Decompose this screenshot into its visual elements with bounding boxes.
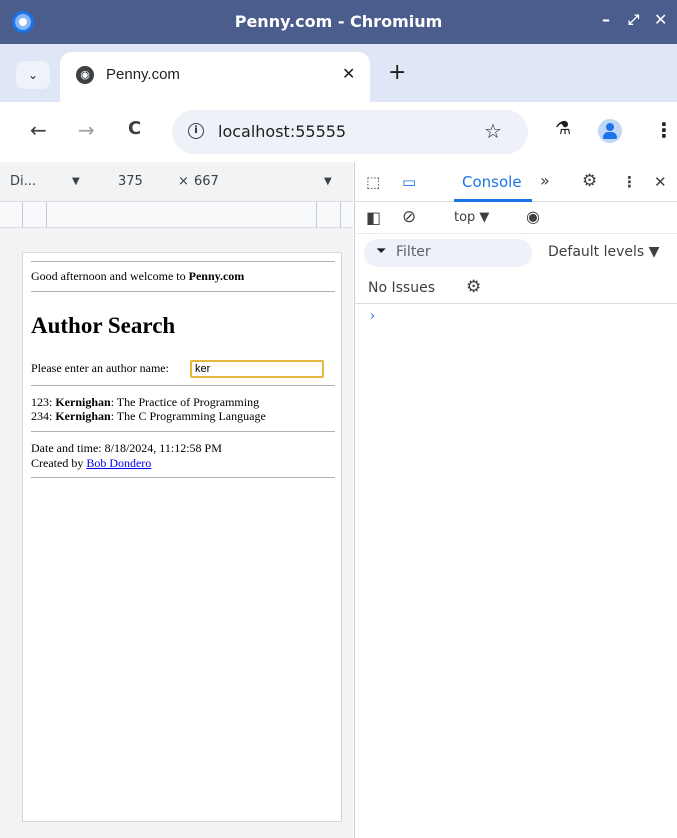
console-toolbar: ◧ ⊘ top ▼ ◉ bbox=[354, 202, 677, 234]
browser-menu-icon[interactable]: ⋮ bbox=[654, 118, 674, 142]
greeting-text: Good afternoon and welcome to Penny.com bbox=[31, 269, 245, 283]
settings-gear-icon[interactable]: ⚙ bbox=[582, 171, 597, 191]
tab-title: Penny.com bbox=[106, 66, 180, 83]
divider bbox=[31, 261, 335, 262]
viewport-width[interactable]: 375 bbox=[118, 174, 143, 189]
device-dropdown-icon[interactable]: ▼ bbox=[72, 176, 80, 187]
tab-console[interactable]: Console bbox=[462, 173, 522, 191]
result-row: 123: Kernighan: The Practice of Programm… bbox=[31, 395, 260, 409]
bookmark-star-icon[interactable]: ☆ bbox=[484, 119, 502, 143]
window-title: Penny.com - Chromium bbox=[234, 12, 443, 31]
filter-icon: ⏷ bbox=[376, 244, 387, 259]
issues-settings-gear-icon[interactable]: ⚙ bbox=[466, 277, 481, 297]
context-select[interactable]: top ▼ bbox=[454, 210, 489, 225]
viewport-height[interactable]: 667 bbox=[194, 174, 219, 189]
result-row: 234: Kernighan: The C Programming Langua… bbox=[31, 409, 266, 423]
emulated-page: Good afternoon and welcome to Penny.com … bbox=[22, 252, 342, 822]
log-levels-select[interactable]: Default levels ▼ bbox=[548, 244, 659, 260]
device-toolbar: Di... ▼ 375 × 667 ▼ bbox=[0, 162, 353, 202]
tab-penny[interactable]: ◉ Penny.com ✕ bbox=[60, 52, 370, 102]
site-name: Penny.com bbox=[188, 269, 245, 283]
author-link[interactable]: Bob Dondero bbox=[86, 456, 151, 470]
divider bbox=[31, 431, 335, 432]
media-query-ruler bbox=[0, 202, 353, 228]
sidebar-toggle-icon[interactable]: ◧ bbox=[366, 208, 381, 227]
new-tab-button[interactable]: + bbox=[388, 60, 406, 85]
globe-icon: ◉ bbox=[76, 66, 94, 84]
console-filter-input[interactable]: ⏷ Filter bbox=[364, 239, 532, 267]
dimension-separator: × bbox=[178, 174, 189, 189]
clear-console-icon[interactable]: ⊘ bbox=[402, 207, 416, 227]
live-expression-eye-icon[interactable]: ◉ bbox=[526, 207, 540, 226]
divider bbox=[31, 477, 335, 478]
profile-avatar-icon[interactable] bbox=[598, 119, 622, 143]
inspect-element-icon[interactable]: ⬚ bbox=[366, 173, 380, 191]
author-name-input[interactable]: ker bbox=[190, 360, 324, 378]
close-window-button[interactable]: ✕ bbox=[654, 10, 667, 29]
reload-button[interactable]: C bbox=[128, 118, 141, 139]
window-titlebar: Penny.com - Chromium – ⤢ ✕ bbox=[0, 0, 677, 44]
created-by-text: Created by Bob Dondero bbox=[31, 456, 152, 470]
forward-button[interactable]: → bbox=[78, 118, 95, 142]
url-text[interactable]: localhost:55555 bbox=[218, 122, 346, 141]
issues-bar: No Issues ⚙ bbox=[354, 270, 677, 304]
zoom-dropdown-icon[interactable]: ▼ bbox=[324, 176, 332, 187]
tab-search-dropdown-icon[interactable]: ⌄ bbox=[16, 61, 50, 89]
page-title: Author Search bbox=[31, 313, 176, 338]
maximize-button[interactable]: ⤢ bbox=[628, 12, 639, 28]
devtools-tabbar: ⬚ ▭ Console » ⚙ ⋮ ✕ bbox=[354, 162, 677, 202]
filter-placeholder: Filter bbox=[396, 244, 431, 260]
address-bar[interactable]: i localhost:55555 ☆ bbox=[172, 110, 528, 154]
tab-close-icon[interactable]: ✕ bbox=[342, 64, 355, 83]
devtools-menu-icon[interactable]: ⋮ bbox=[622, 173, 637, 191]
datetime-text: Date and time: 8/18/2024, 11:12:58 PM bbox=[31, 441, 222, 455]
console-prompt-icon[interactable]: › bbox=[370, 309, 375, 324]
divider bbox=[31, 385, 335, 386]
issues-text[interactable]: No Issues bbox=[368, 280, 435, 296]
labs-flask-icon[interactable]: ⚗ bbox=[555, 118, 571, 139]
device-toggle-icon[interactable]: ▭ bbox=[402, 173, 416, 191]
minimize-button[interactable]: – bbox=[602, 10, 610, 29]
device-select[interactable]: Di... bbox=[10, 174, 36, 189]
divider bbox=[31, 291, 335, 292]
back-button[interactable]: ← bbox=[30, 118, 47, 142]
devtools-close-icon[interactable]: ✕ bbox=[654, 173, 667, 191]
author-prompt-label: Please enter an author name: bbox=[31, 361, 169, 375]
site-info-icon[interactable]: i bbox=[188, 123, 204, 139]
more-tabs-icon[interactable]: » bbox=[540, 171, 550, 190]
